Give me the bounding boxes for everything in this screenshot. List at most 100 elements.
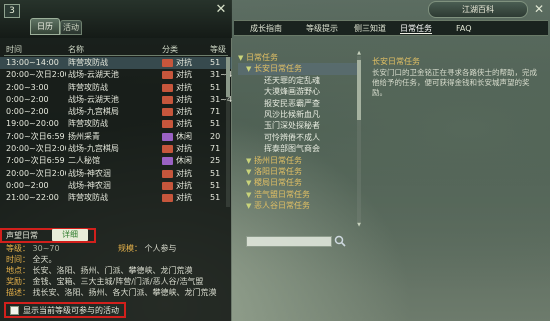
category-icon [162, 169, 173, 178]
row-time: 0:00~2:00 [6, 94, 49, 104]
nav-growth-guide[interactable]: 成长指南 [250, 23, 282, 34]
content-body: 长安门口的卫金铭正在寻求各路侠士的帮助，完成他给予的任务，便可获得金钱和长安城声… [372, 68, 537, 97]
tree-category[interactable]: ▼ 日常任务 [238, 52, 360, 63]
table-row[interactable]: 7:00~次日6:59 扬州采青 休闲 20 [0, 131, 232, 143]
encyclopedia-close-icon[interactable]: ✕ [532, 2, 546, 16]
encyclopedia-title: 江湖百科 [428, 1, 528, 18]
row-name: 阵营攻防战 [68, 82, 108, 92]
tree-category[interactable]: ▼ 洛阳日常任务 [238, 166, 360, 177]
table-row[interactable]: 13:00~14:00 阵营攻防战 对抗 51 [0, 57, 232, 70]
tab-calendar[interactable]: 日历 [30, 18, 60, 35]
detail-level: 等级： 30~70 [6, 244, 60, 254]
detail-place-key: 地点： [6, 266, 30, 275]
tree-quest-item[interactable]: 还天罪的定乱魂 [238, 75, 360, 86]
row-time: 20:00~次日2:00 [6, 168, 66, 178]
row-time: 2:00~3:00 [6, 82, 49, 92]
tree-item-label: 稷局日常任务 [254, 178, 302, 188]
table-row[interactable]: 20:00~次日2:00 战场-云湖天池 对抗 31~4 [0, 69, 232, 81]
activity-scroll-thumb[interactable] [226, 57, 230, 97]
table-row[interactable]: 20:00~次日2:00 战场-九宫棋局 对抗 71 [0, 143, 232, 155]
column-header-category[interactable]: 分类 [162, 44, 178, 55]
level-filter-checkbox[interactable] [10, 306, 19, 315]
tree-quest-item[interactable]: 挥泰部图气商会 [238, 143, 360, 154]
tree-category[interactable]: ▼ 长安日常任务 [238, 63, 360, 75]
category-icon [162, 59, 173, 67]
tree-item-label: 可怜辨倦不成人 [264, 132, 320, 142]
tree-category[interactable]: ▼ 扬州日常任务 [238, 155, 360, 166]
table-row[interactable]: 2:00~3:00 阵营攻防战 对抗 51 [0, 82, 232, 94]
detail-time: 时间： 全天。 [6, 255, 57, 265]
tree-quest-item[interactable]: 报安民恶霸严查 [238, 98, 360, 109]
tree-item-label: 浩气盟日常任务 [254, 189, 310, 199]
row-category: 休闲 [176, 131, 192, 141]
row-name: 阵营攻防战 [68, 58, 108, 67]
row-category: 对抗 [176, 168, 192, 178]
table-row[interactable]: 0:00~2:00 战场-云湖天池 对抗 31~4 [0, 94, 232, 106]
calendar-close-icon[interactable]: ✕ [213, 2, 229, 18]
tree-category[interactable]: ▼ 恶人谷日常任务 [238, 200, 360, 211]
nav-daily-quests[interactable]: 日常任务 [400, 23, 432, 34]
tree-item-label: 恶人谷日常任务 [254, 201, 310, 211]
category-icon [162, 120, 173, 129]
detail-button[interactable]: 详细 [52, 229, 88, 241]
tab-activity[interactable]: 活动 [60, 20, 82, 35]
row-time: 19:00~20:00 [6, 119, 59, 129]
detail-desc-value: 找长安、洛阳、扬州、各大门派、攀德峡、龙门荒漠 [32, 288, 217, 297]
row-name: 二人秘馆 [68, 156, 100, 166]
row-category: 对抗 [176, 193, 192, 203]
category-icon [162, 181, 173, 190]
tree-quest-item[interactable]: 玉门深处探秘者 [238, 120, 360, 131]
row-time: 20:00~次日2:00 [6, 70, 66, 80]
row-name: 战场-九宫棋局 [68, 144, 119, 154]
nav-knowledge[interactable]: 侧三知道 [354, 23, 386, 34]
table-row[interactable]: 19:00~20:00 阵营攻防战 对抗 51 [0, 118, 232, 130]
nav-level-tips[interactable]: 等级提示 [306, 23, 338, 34]
table-row[interactable]: 0:00~2:00 战场-九宫棋局 对抗 71 [0, 106, 232, 118]
level-filter-label[interactable]: 显示当前等级可参与的活动 [23, 305, 119, 316]
detail-level-key: 等级： [6, 244, 30, 253]
row-name: 战场-云湖天池 [68, 94, 119, 104]
detail-mode: 规模： 个人参与 [118, 244, 177, 254]
tree-scrollbar[interactable]: ▲ ▼ [356, 50, 362, 230]
table-row[interactable]: 21:00~22:00 阵营攻防战 对抗 51 [0, 192, 232, 204]
activity-scrollbar[interactable] [226, 57, 230, 207]
tree-item-label: 玉门深处探秘者 [264, 121, 320, 131]
row-name: 战场-九宫棋局 [68, 107, 119, 117]
row-time: 21:00~22:00 [6, 193, 59, 203]
row-time: 20:00~次日2:00 [6, 144, 66, 154]
quest-search-input[interactable] [246, 236, 332, 247]
tree-quest-item[interactable]: 大漠烽画游野心 [238, 86, 360, 97]
scroll-down-icon[interactable]: ▼ [356, 222, 362, 228]
detail-reward: 奖励： 金钱、宝箱、三大主城/阵营/门派/恶人谷/浩气盟 [6, 277, 203, 287]
column-header-name[interactable]: 名称 [68, 44, 84, 55]
search-icon[interactable] [334, 235, 346, 247]
detail-reward-key: 奖励： [6, 277, 30, 286]
row-time: 0:00~2:00 [6, 180, 49, 190]
tree-category[interactable]: ▼ 浩气盟日常任务 [238, 189, 360, 200]
column-header-time[interactable]: 时间 [6, 44, 22, 55]
row-category: 对抗 [176, 94, 192, 104]
detail-time-value: 全天。 [32, 255, 57, 264]
row-name: 阵营攻防战 [68, 193, 108, 203]
category-icon [162, 95, 173, 104]
table-row[interactable]: 20:00~次日2:00 战场-神农洇 对抗 51 [0, 168, 232, 180]
detail-place-value: 长安、洛阳、扬州、门派、攀德峡、龙门荒漠 [32, 266, 193, 275]
detail-time-key: 时间： [6, 255, 30, 264]
tree-quest-item[interactable]: 可怜辨倦不成人 [238, 132, 360, 143]
level-filter-option[interactable]: 显示当前等级可参与的活动 [4, 302, 126, 318]
nav-faq[interactable]: FAQ [456, 23, 472, 34]
row-time: 0:00~2:00 [6, 107, 49, 117]
category-icon [162, 145, 173, 154]
tree-category[interactable]: ▼ 稷局日常任务 [238, 177, 360, 188]
detail-reward-value: 金钱、宝箱、三大主城/阵营/门派/恶人谷/浩气盟 [32, 277, 204, 286]
tree-scroll-track[interactable] [357, 56, 361, 222]
row-name: 战场-云湖天池 [68, 70, 119, 80]
column-header-level[interactable]: 等级 [210, 44, 226, 55]
tree-scroll-thumb[interactable] [357, 60, 361, 120]
tree-item-label: 日常任务 [246, 53, 278, 62]
tree-item-label: 扬州日常任务 [254, 155, 302, 165]
table-row[interactable]: 0:00~2:00 战场-神农洇 对抗 51 [0, 180, 232, 192]
expand-arrow-icon[interactable]: ▼ [246, 201, 254, 212]
tree-quest-item[interactable]: 风沙比候新血凡 [238, 109, 360, 120]
table-row[interactable]: 7:00~次日6:59 二人秘馆 休闲 25 [0, 155, 232, 167]
